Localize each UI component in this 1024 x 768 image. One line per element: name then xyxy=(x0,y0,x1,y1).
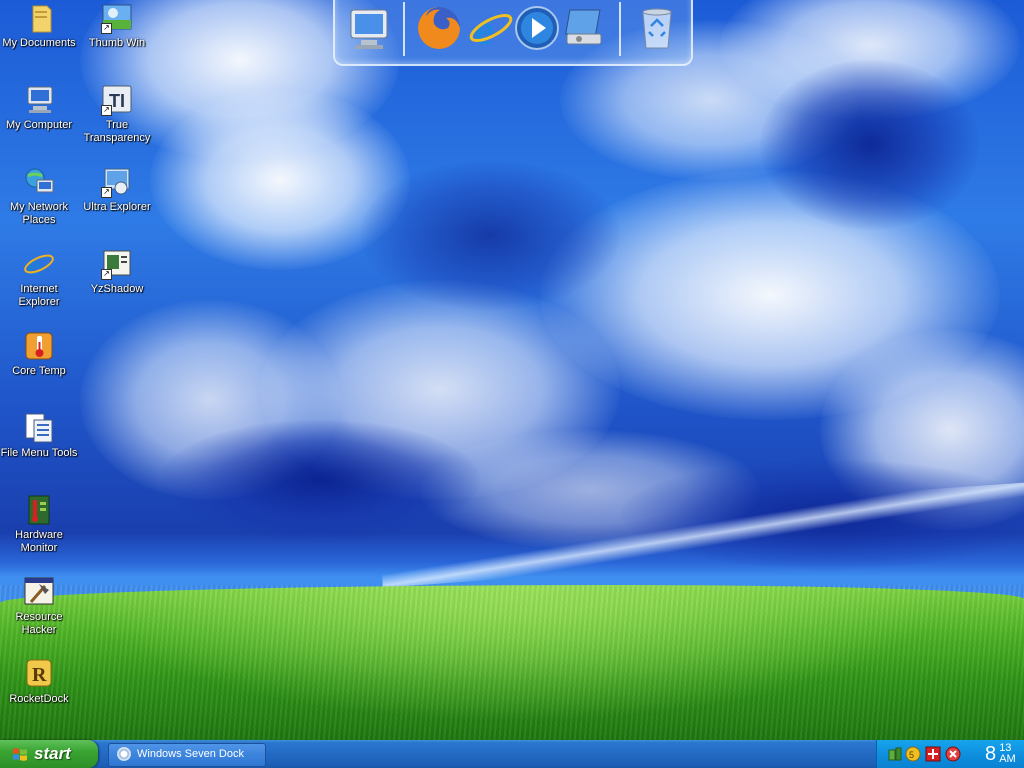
resource-hacker-icon xyxy=(23,576,55,608)
core-temp-icon xyxy=(23,330,55,362)
folder-documents-icon xyxy=(23,2,55,34)
desktop-icon-my-computer[interactable]: My Computer xyxy=(0,84,78,132)
desktop-icon-label: My Computer xyxy=(5,119,73,131)
desktop-icon-my-documents[interactable]: My Documents xyxy=(0,2,78,50)
desktop-icon-internet-explorer[interactable]: e Internet Explorer xyxy=(0,248,78,309)
thumb-win-icon: ↗ xyxy=(101,2,133,34)
internet-explorer-icon: e xyxy=(23,248,55,282)
internet-explorer-dock-icon: e xyxy=(469,5,513,54)
desktop-icon-label: Ultra Explorer xyxy=(83,201,151,213)
desktop-icon-label: Internet Explorer xyxy=(18,283,60,308)
desktop-icon-true-transparency[interactable]: TI ↗ True Transparency xyxy=(78,84,156,145)
desktop-icon-label: RocketDock xyxy=(9,693,69,705)
taskbar-button-windows-seven-dock[interactable]: Windows Seven Dock xyxy=(108,743,266,767)
desktop-icon-resource-hacker[interactable]: Resource Hacker xyxy=(0,576,78,637)
rocket-dock: e xyxy=(333,0,693,66)
desktop-icon-label: File Menu Tools xyxy=(0,447,78,459)
yzshadow-icon: ↗ xyxy=(101,248,133,280)
firefox-icon xyxy=(418,7,460,49)
start-label: start xyxy=(34,744,71,763)
file-menu-tools-icon xyxy=(23,412,55,444)
desktop-icon-label: My Network Places xyxy=(9,201,69,226)
desktop-icon-rocketdock[interactable]: R RocketDock xyxy=(0,658,78,706)
hardware-monitor-icon xyxy=(23,494,55,526)
clock-hour: 8 xyxy=(985,743,997,765)
desktop-icon-label: Hardware Monitor xyxy=(15,529,63,554)
taskbar: start Windows Seven Dock 5 8 13 AM xyxy=(0,740,1024,768)
svg-text:R: R xyxy=(32,664,47,686)
desktop-icon-label: Thumb Win xyxy=(88,37,146,49)
dock-item-media-player[interactable] xyxy=(513,4,561,52)
taskbar-button-label: Windows Seven Dock xyxy=(137,748,244,760)
dock-item-firefox[interactable] xyxy=(415,4,463,52)
rocketdock-icon: R xyxy=(23,658,55,690)
recycle-bin-icon xyxy=(642,8,672,49)
desktop-icon-yzshadow[interactable]: ↗ YzShadow xyxy=(78,248,156,296)
desktop-icon-label: Core Temp xyxy=(12,365,66,377)
dock-item-internet-explorer[interactable]: e xyxy=(467,4,515,54)
tray-hardware-icon[interactable] xyxy=(887,746,903,762)
desktop-icon-network-places[interactable]: My Network Places xyxy=(0,166,78,227)
my-computer-dock-icon xyxy=(350,9,388,49)
windows-flag-icon xyxy=(13,748,27,761)
dock-item-my-computer[interactable] xyxy=(345,4,393,52)
desktop-icon-label: My Documents xyxy=(2,37,76,49)
control-panel-icon xyxy=(565,9,602,45)
system-tray: 5 8 13 AM xyxy=(876,740,1024,768)
tray-close-icon[interactable] xyxy=(945,746,961,762)
true-transparency-icon: TI ↗ xyxy=(101,84,133,116)
desktop-icon-label: Resource Hacker xyxy=(15,611,63,636)
tray-security-icon[interactable] xyxy=(925,746,941,762)
taskbar-clock[interactable]: 8 13 AM xyxy=(985,743,1016,766)
desktop-icon-core-temp[interactable]: Core Temp xyxy=(0,330,78,378)
dock-item-recycle-bin[interactable] xyxy=(633,4,681,52)
start-button[interactable]: start xyxy=(0,740,98,768)
desktop-icon-label: YzShadow xyxy=(90,283,144,295)
svg-text:5: 5 xyxy=(909,750,914,760)
clock-ampm: AM xyxy=(999,753,1016,765)
my-computer-icon xyxy=(23,84,55,116)
tray-coretemp-icon[interactable]: 5 xyxy=(905,746,921,762)
dock-item-control-panel[interactable] xyxy=(561,4,609,52)
media-player-icon xyxy=(515,6,559,50)
desktop-icon-ultra-explorer[interactable]: ↗ Ultra Explorer xyxy=(78,166,156,214)
desktop-icon-label: True Transparency xyxy=(83,119,151,144)
grass-hill xyxy=(0,585,1024,740)
desktop-icon-file-menu-tools[interactable]: File Menu Tools xyxy=(0,412,78,460)
desktop-icon-thumb-win[interactable]: ↗ Thumb Win xyxy=(78,2,156,50)
windows-seven-dock-icon xyxy=(117,747,131,761)
desktop-icon-hardware-monitor[interactable]: Hardware Monitor xyxy=(0,494,78,555)
network-places-icon xyxy=(23,166,55,198)
ultra-explorer-icon: ↗ xyxy=(101,166,133,198)
